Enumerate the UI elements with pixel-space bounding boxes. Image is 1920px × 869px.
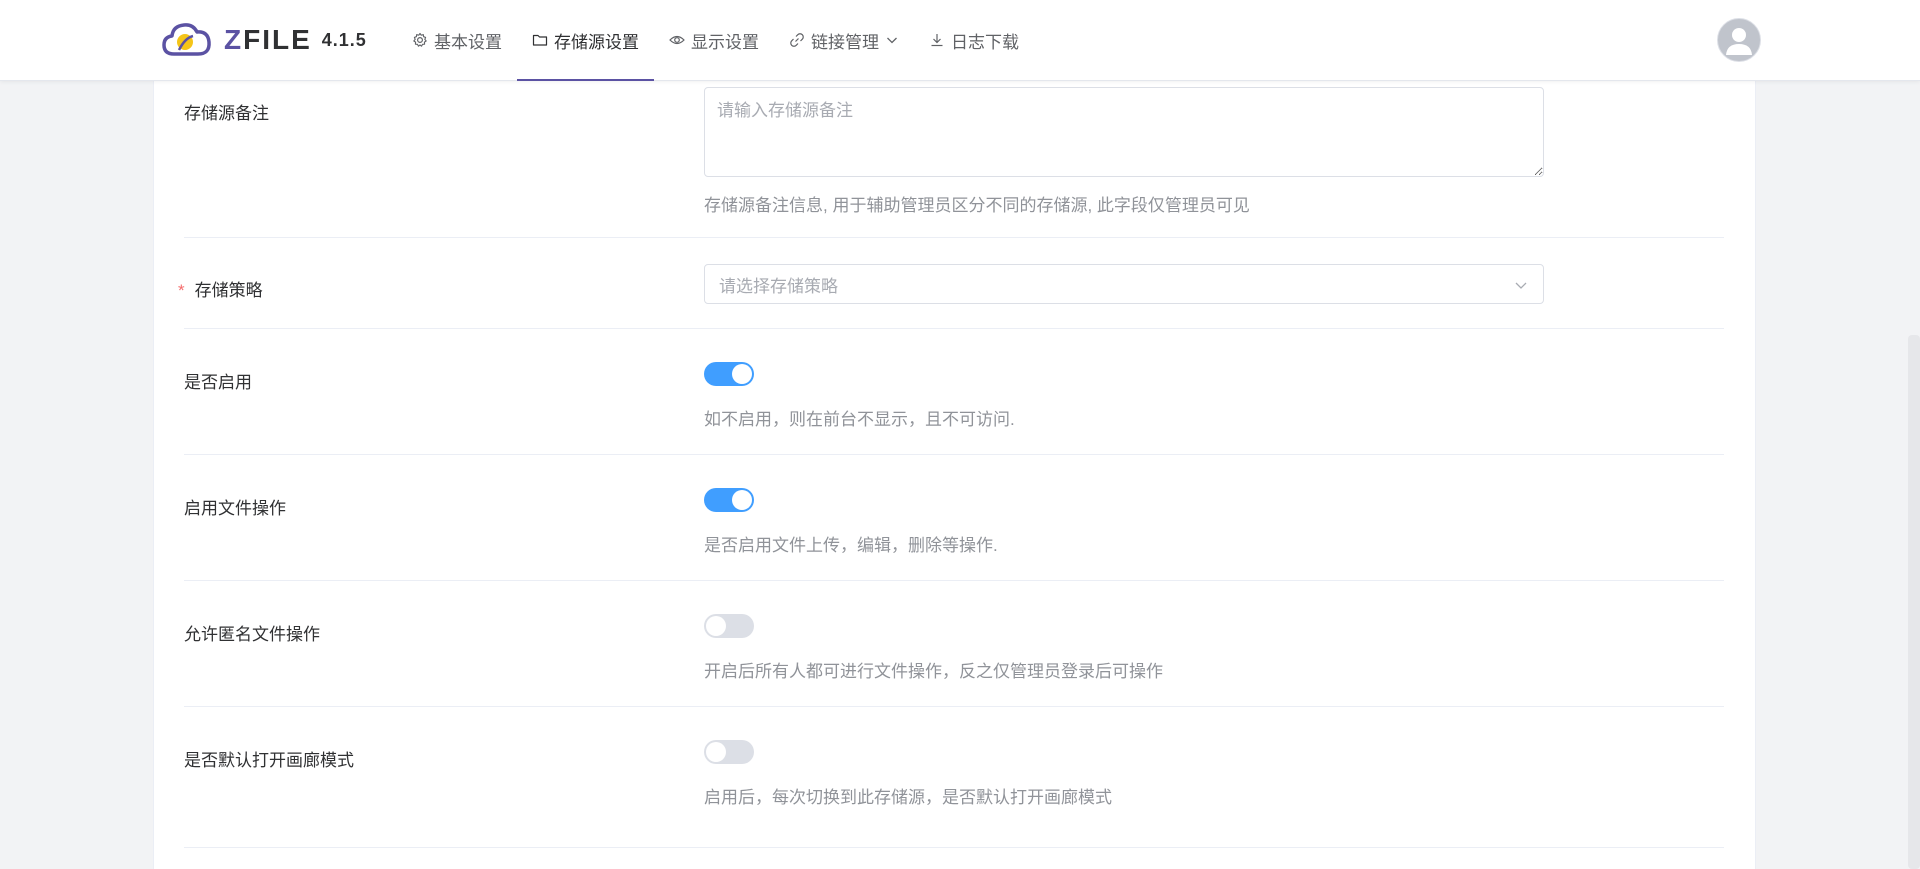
nav-label-log-download: 日志下载 (951, 32, 1019, 52)
main-nav: 基本设置 存储源设置 显示设置 链接管理 日志下载 (397, 0, 1034, 81)
folder-icon (532, 34, 548, 46)
anonymous-switch[interactable] (704, 614, 754, 638)
cloud-logo-icon (162, 23, 211, 56)
nav-item-display-settings[interactable]: 显示设置 (654, 0, 774, 80)
nav-item-log-download[interactable]: 日志下载 (914, 0, 1034, 80)
nav-item-link-management[interactable]: 链接管理 (774, 0, 914, 80)
form-row-remark: 存储源备注 存储源备注信息, 用于辅助管理员区分不同的存储源, 此字段仅管理员可… (184, 80, 1724, 238)
switch-knob (706, 616, 726, 636)
strategy-select-placeholder: 请选择存储策略 (719, 276, 838, 296)
remark-textarea[interactable] (704, 87, 1544, 177)
eye-icon (669, 35, 685, 45)
enable-control (704, 362, 754, 386)
switch-knob (706, 742, 726, 762)
file-ops-switch[interactable] (704, 488, 754, 512)
gallery-switch[interactable] (704, 740, 754, 764)
gallery-control (704, 740, 754, 764)
enable-switch[interactable] (704, 362, 754, 386)
top-header: ZFILE 4.1.5 基本设置 存储源设置 显示设置 链接管理 日志下载 (0, 0, 1920, 81)
nav-item-storage-settings[interactable]: 存储源设置 (517, 0, 654, 81)
file-ops-label: 启用文件操作 (184, 499, 286, 518)
anonymous-help: 开启后所有人都可进行文件操作，反之仅管理员登录后可操作 (704, 662, 1163, 681)
form-row-strategy: * 存储策略 请选择存储策略 (178, 237, 1724, 329)
chevron-down-icon (887, 37, 897, 44)
form-row-gallery: 是否默认打开画廊模式 启用后，每次切换到此存储源，是否默认打开画廊模式 (184, 706, 1724, 848)
form-row-enable: 是否启用 如不启用，则在前台不显示，且不可访问. (184, 328, 1724, 455)
user-avatar-icon (1726, 28, 1752, 55)
remark-control (704, 87, 1544, 177)
page-scrollbar[interactable] (1908, 335, 1920, 869)
strategy-select[interactable]: 请选择存储策略 (704, 264, 1544, 304)
nav-item-basic-settings[interactable]: 基本设置 (397, 0, 517, 80)
nav-label-link-management: 链接管理 (811, 32, 879, 52)
file-ops-control (704, 488, 754, 512)
nav-label-storage-settings: 存储源设置 (554, 32, 639, 52)
avatar[interactable] (1717, 18, 1761, 62)
file-ops-help: 是否启用文件上传，编辑，删除等操作. (704, 536, 998, 555)
brand-rest: FILE (243, 24, 312, 55)
brand-z: Z (224, 24, 244, 55)
switch-knob (732, 364, 752, 384)
anonymous-control (704, 614, 754, 638)
nav-label-display-settings: 显示设置 (691, 32, 759, 52)
switch-knob (732, 490, 752, 510)
enable-help: 如不启用，则在前台不显示，且不可访问. (704, 410, 1015, 429)
form-row-file-ops: 启用文件操作 是否启用文件上传，编辑，删除等操作. (184, 454, 1724, 581)
gallery-help: 启用后，每次切换到此存储源，是否默认打开画廊模式 (704, 788, 1112, 807)
nav-label-basic-settings: 基本设置 (434, 32, 502, 52)
enable-label: 是否启用 (184, 373, 252, 392)
brand-name: ZFILE (224, 24, 312, 56)
remark-label: 存储源备注 (184, 104, 269, 123)
chevron-down-icon (1515, 282, 1527, 289)
strategy-label-text: 存储策略 (194, 281, 263, 300)
strategy-label: * 存储策略 (178, 276, 263, 301)
storage-form-card: 存储源备注 存储源备注信息, 用于辅助管理员区分不同的存储源, 此字段仅管理员可… (153, 80, 1756, 869)
gallery-label: 是否默认打开画廊模式 (184, 751, 354, 770)
gear-icon (413, 32, 427, 47)
required-asterisk: * (178, 281, 185, 300)
form-row-anonymous: 允许匿名文件操作 开启后所有人都可进行文件操作，反之仅管理员登录后可操作 (184, 580, 1724, 707)
logo[interactable]: ZFILE 4.1.5 (160, 20, 367, 60)
anonymous-label: 允许匿名文件操作 (184, 625, 320, 644)
app-version: 4.1.5 (321, 29, 367, 50)
download-icon (931, 34, 943, 47)
remark-help: 存储源备注信息, 用于辅助管理员区分不同的存储源, 此字段仅管理员可见 (704, 196, 1250, 215)
strategy-control: 请选择存储策略 (704, 264, 1544, 304)
link-icon (790, 33, 804, 47)
